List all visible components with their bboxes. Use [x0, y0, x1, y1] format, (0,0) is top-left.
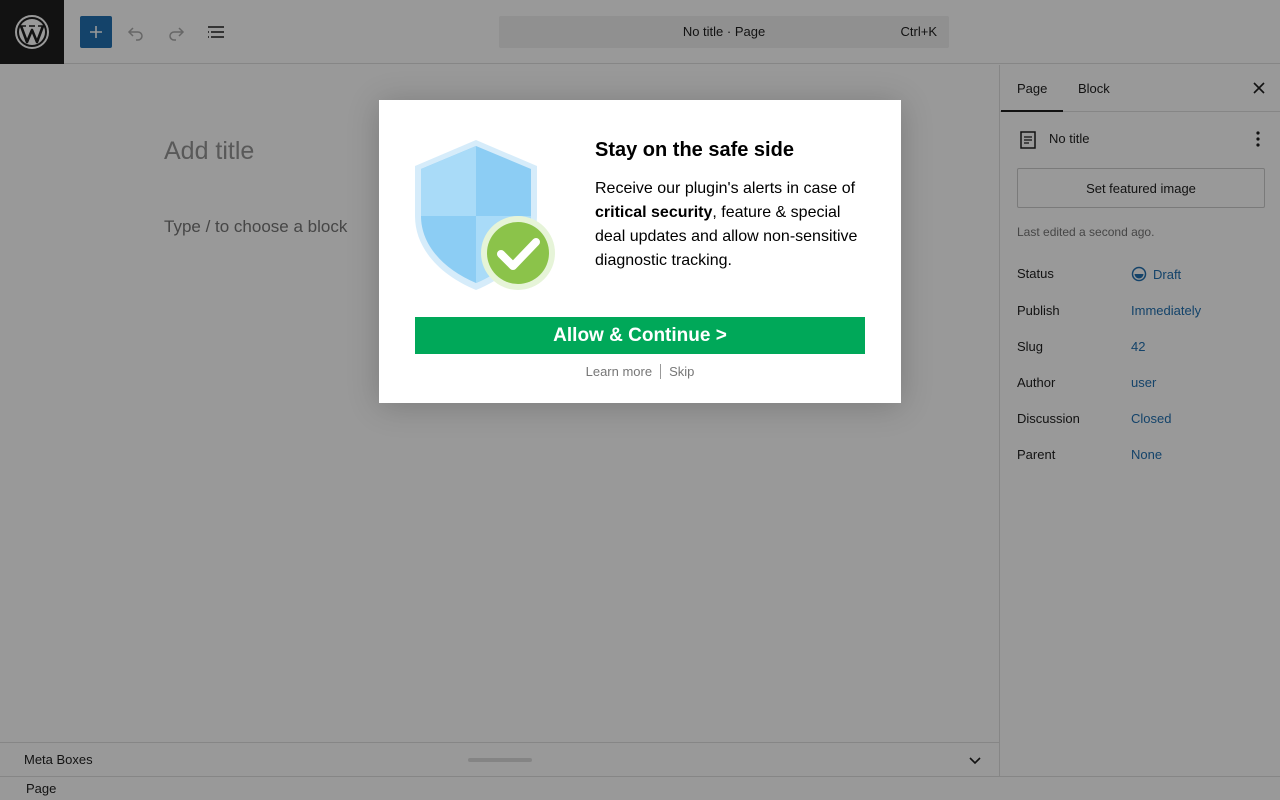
- learn-more-link[interactable]: Learn more: [578, 364, 660, 379]
- dialog-message: Receive our plugin's alerts in case of c…: [595, 177, 875, 273]
- allow-continue-button[interactable]: Allow & Continue >: [415, 317, 865, 354]
- dialog-links: Learn more Skip: [379, 364, 901, 379]
- dialog-heading: Stay on the safe side: [595, 139, 794, 161]
- message-text-bold: critical security: [595, 204, 713, 221]
- message-text-start: Receive our plugin's alerts in case of: [595, 180, 856, 197]
- shield-check-icon: [415, 140, 555, 290]
- opt-in-dialog: Stay on the safe side Receive our plugin…: [379, 100, 901, 403]
- skip-link[interactable]: Skip: [661, 364, 702, 379]
